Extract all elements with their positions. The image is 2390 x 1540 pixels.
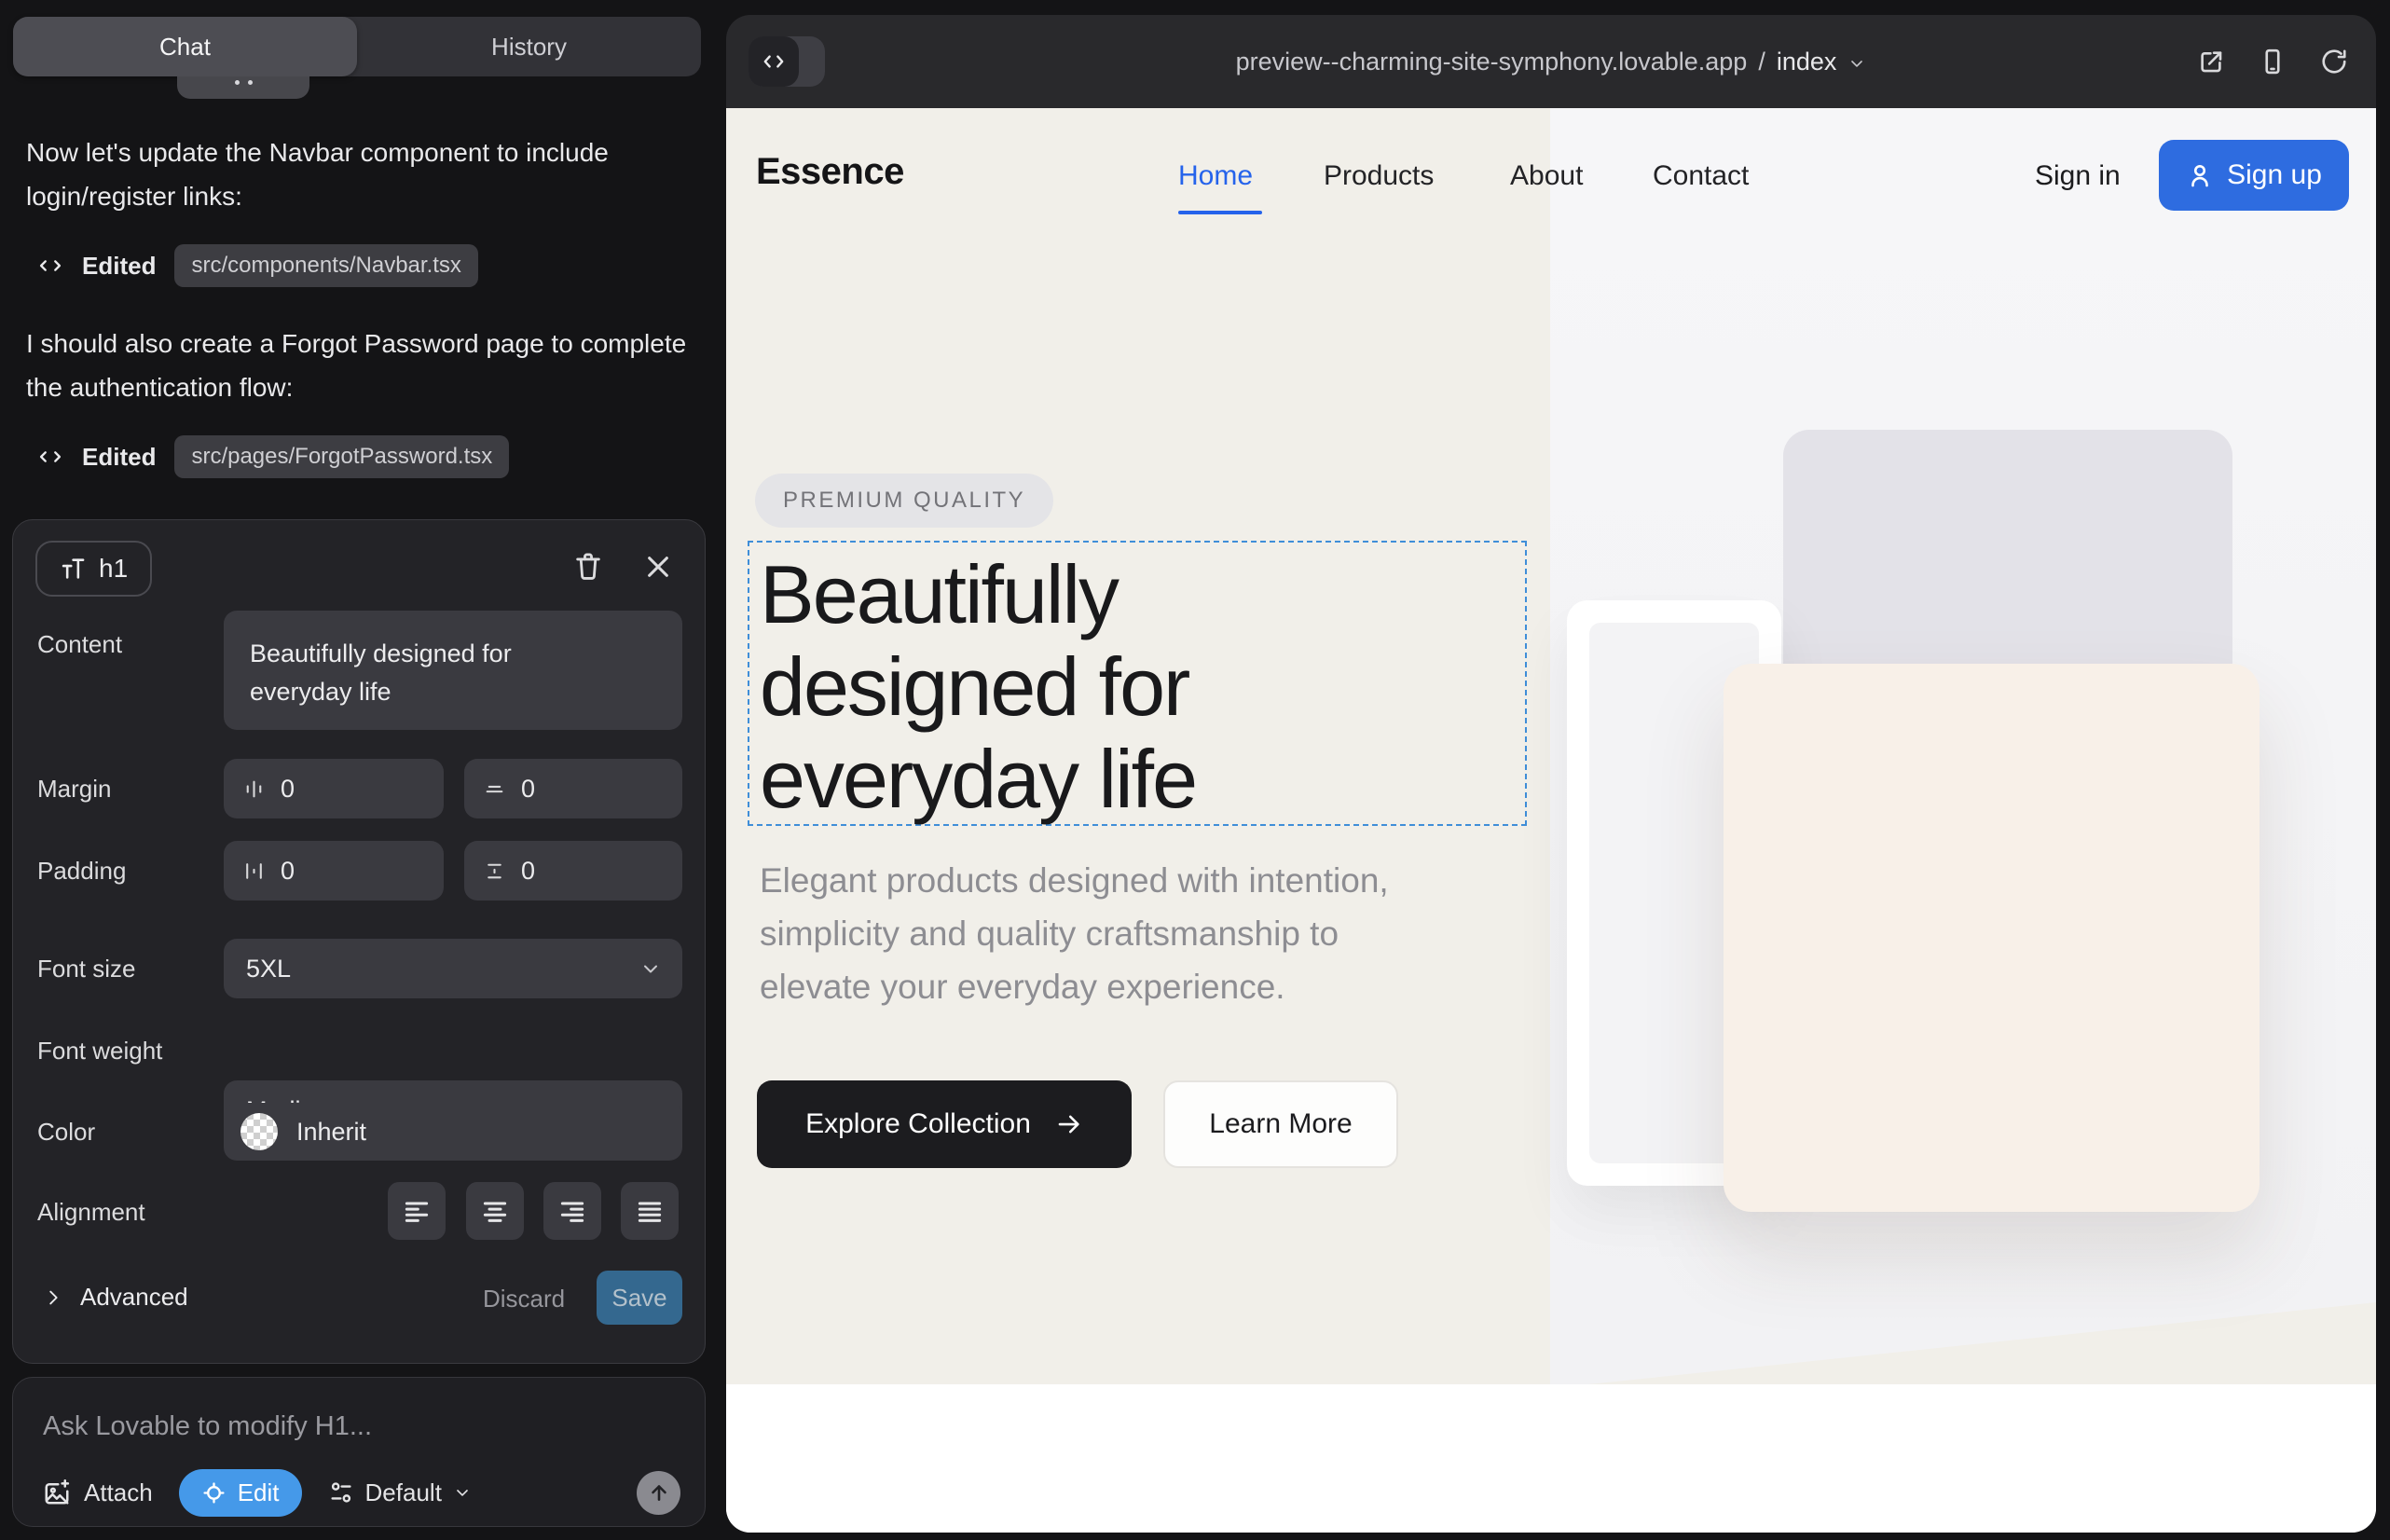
hero-paragraph: Elegant products designed with intention… (760, 854, 1389, 1013)
edit-mode-button[interactable]: Edit (179, 1469, 302, 1517)
lovable-app: Chat History Now let's update the Navbar… (0, 0, 2390, 1540)
font-size-select[interactable]: 5XL (224, 939, 682, 998)
content-label: Content (37, 630, 122, 659)
element-tag-label: h1 (99, 554, 128, 584)
user-icon (2186, 161, 2214, 189)
mode-label: Default (365, 1478, 442, 1507)
url-separator: / (1758, 48, 1765, 76)
padding-label: Padding (37, 857, 126, 886)
open-external-icon[interactable] (2197, 48, 2225, 76)
save-button[interactable]: Save (597, 1271, 682, 1325)
arrow-right-icon (1055, 1110, 1083, 1138)
scrolled-chip-peek (177, 76, 309, 99)
align-left-button[interactable] (388, 1182, 446, 1240)
section-below-hero (726, 1384, 2376, 1533)
preview-path: index (1777, 48, 1837, 76)
element-tag-pill: h1 (35, 541, 152, 597)
font-size-value: 5XL (246, 955, 291, 983)
edited-file-row: Edited src/pages/ForgotPassword.tsx (37, 435, 509, 478)
padding-vertical-value: 0 (521, 857, 535, 886)
nav-link-products[interactable]: Products (1324, 160, 1434, 192)
delete-element-button[interactable] (572, 550, 604, 582)
element-editor-panel: h1 Content Beautifully designed for ever… (12, 519, 706, 1364)
font-weight-label: Font weight (37, 1037, 162, 1066)
chat-history-tabs: Chat History (13, 17, 701, 76)
preview-browser-window: preview--charming-site-symphony.lovable.… (726, 15, 2376, 1533)
chat-message: Now let's update the Navbar component to… (26, 131, 690, 218)
mode-select[interactable]: Default (328, 1478, 472, 1507)
send-button[interactable] (637, 1471, 680, 1515)
chevron-right-icon (43, 1287, 63, 1308)
chevron-down-icon (639, 957, 662, 980)
chevron-down-icon (453, 1483, 472, 1502)
margin-vertical-value: 0 (521, 775, 535, 804)
advanced-label: Advanced (80, 1283, 188, 1312)
attach-button[interactable]: Attach (43, 1478, 153, 1507)
edited-file-row: Edited src/components/Navbar.tsx (37, 244, 478, 287)
alignment-label: Alignment (37, 1198, 145, 1227)
url-bar[interactable]: preview--charming-site-symphony.lovable.… (726, 15, 2376, 108)
edited-label: Edited (82, 443, 156, 472)
hero-heading[interactable]: Beautifully designed for everyday life (760, 548, 1196, 825)
chevron-down-icon (1847, 54, 1866, 73)
margin-vertical-icon (483, 777, 506, 801)
mobile-view-icon[interactable] (2259, 48, 2287, 76)
sign-up-button[interactable]: Sign up (2159, 140, 2349, 211)
discard-button[interactable]: Discard (483, 1285, 565, 1313)
refresh-icon[interactable] (2320, 48, 2348, 76)
sign-up-label: Sign up (2227, 159, 2322, 191)
learn-more-button[interactable]: Learn More (1163, 1080, 1398, 1168)
margin-vertical-input[interactable]: 0 (464, 759, 682, 818)
preview-url: preview--charming-site-symphony.lovable.… (1236, 48, 1748, 76)
nav-link-about[interactable]: About (1510, 160, 1583, 192)
premium-quality-badge: PREMIUM QUALITY (755, 474, 1053, 528)
margin-horizontal-input[interactable]: 0 (224, 759, 444, 818)
edited-label: Edited (82, 252, 156, 281)
nav-link-home[interactable]: Home (1178, 160, 1253, 192)
align-center-button[interactable] (466, 1182, 524, 1240)
nav-link-contact[interactable]: Contact (1653, 160, 1749, 192)
code-icon (37, 253, 63, 279)
composer-input[interactable]: Ask Lovable to modify H1... (43, 1411, 372, 1442)
padding-vertical-input[interactable]: 0 (464, 841, 682, 901)
tab-chat[interactable]: Chat (13, 17, 357, 76)
site-logo[interactable]: Essence (756, 151, 904, 193)
chat-composer: Ask Lovable to modify H1... Attach Edit … (12, 1377, 706, 1527)
edit-label: Edit (238, 1478, 280, 1507)
margin-horizontal-value: 0 (281, 775, 295, 804)
active-nav-underline (1178, 211, 1262, 214)
color-value: Inherit (296, 1118, 366, 1147)
type-icon (60, 556, 86, 582)
align-justify-button[interactable] (621, 1182, 679, 1240)
explore-collection-button[interactable]: Explore Collection (757, 1080, 1132, 1168)
tab-history[interactable]: History (357, 17, 701, 76)
font-size-label: Font size (37, 955, 136, 983)
color-swatch (240, 1113, 278, 1150)
close-panel-icon[interactable] (643, 552, 673, 582)
explore-collection-label: Explore Collection (805, 1108, 1031, 1140)
align-right-button[interactable] (543, 1182, 601, 1240)
margin-horizontal-icon (242, 777, 266, 801)
settings-sliders-icon (328, 1479, 354, 1506)
file-chip[interactable]: src/pages/ForgotPassword.tsx (174, 435, 509, 478)
file-chip[interactable]: src/components/Navbar.tsx (174, 244, 477, 287)
advanced-toggle[interactable]: Advanced (43, 1283, 188, 1312)
content-input[interactable]: Beautifully designed for everyday life (224, 611, 682, 730)
margin-label: Margin (37, 775, 111, 804)
site-preview: Essence Home Products About Contact Sign… (726, 108, 2376, 1533)
padding-horizontal-input[interactable]: 0 (224, 841, 444, 901)
attach-label: Attach (84, 1478, 153, 1507)
decor-card-cream (1724, 664, 2260, 1212)
padding-horizontal-value: 0 (281, 857, 295, 886)
padding-horizontal-icon (242, 859, 266, 883)
chat-message: I should also create a Forgot Password p… (26, 322, 690, 409)
padding-vertical-icon (483, 859, 506, 883)
sign-in-link[interactable]: Sign in (2035, 160, 2121, 192)
browser-toolbar: preview--charming-site-symphony.lovable.… (726, 15, 2376, 108)
color-label: Color (37, 1118, 95, 1147)
color-select[interactable]: Inherit (224, 1103, 682, 1161)
code-icon (37, 444, 63, 470)
attach-image-icon (43, 1478, 71, 1506)
crosshair-icon (201, 1480, 227, 1506)
